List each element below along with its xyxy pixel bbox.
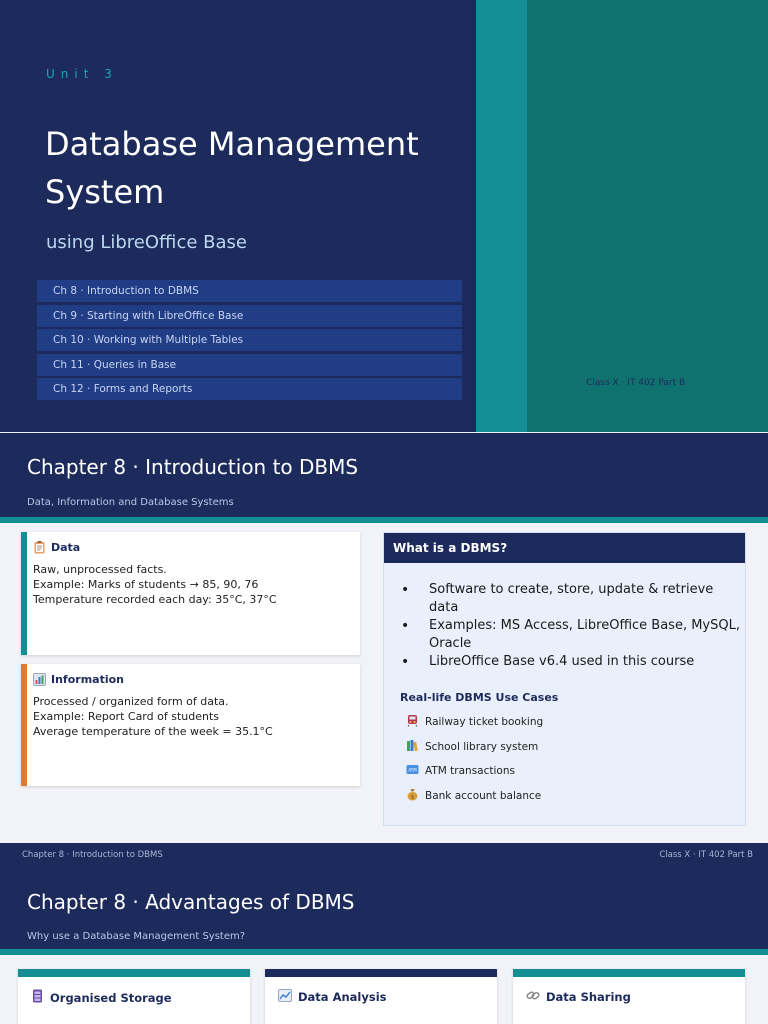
use-case-label: Bank account balance — [425, 790, 542, 803]
advantage-card: Organised Storage — [18, 969, 250, 1024]
card-accent-bar — [21, 532, 27, 655]
card-heading: Data — [33, 541, 80, 554]
bullet-item: LibreOffice Base v6.4 used in this cours… — [401, 653, 745, 671]
advantage-card: Data Sharing — [513, 969, 745, 1024]
dbms-box: What is a DBMS? Software to create, stor… — [383, 532, 746, 826]
use-case-item: ATM ATM transactions — [406, 759, 745, 784]
card-heading-text: Information — [51, 673, 124, 686]
information-card: Information Processed / organized form o… — [21, 664, 360, 786]
chapter-item: Ch 11 · Queries in Base — [37, 353, 462, 376]
atm-icon: ATM — [406, 763, 419, 779]
storage-icon — [31, 989, 44, 1006]
use-case-label: School library system — [425, 740, 539, 753]
money-bag-icon: $ — [406, 788, 419, 804]
card-line: Example: Marks of students → 85, 90, 76 — [33, 578, 259, 591]
unit-label: Unit 3 — [46, 67, 118, 81]
slide-title: Chapter 8 · Introduction to DBMS — [27, 455, 359, 479]
slide-subtitle: Data, Information and Database Systems — [27, 497, 234, 508]
card-heading: Information — [33, 673, 124, 686]
chapter-item: Ch 9 · Starting with LibreOffice Base — [37, 304, 462, 327]
accent-band-dark — [527, 0, 768, 432]
slide-subtitle: using LibreOffice Base — [46, 232, 247, 253]
card-line: Processed / organized form of data. — [33, 695, 229, 708]
dbms-bullet-list: Software to create, store, update & retr… — [384, 563, 745, 671]
train-icon — [406, 714, 419, 730]
card-heading: Data Sharing — [526, 989, 631, 1005]
card-heading-text: Data Sharing — [546, 990, 631, 1004]
use-case-label: ATM transactions — [425, 765, 515, 778]
card-line: Raw, unprocessed facts. — [33, 563, 167, 576]
card-line: Average temperature of the week = 35.1°C — [33, 725, 273, 738]
card-line: Example: Report Card of students — [33, 710, 219, 723]
svg-text:ATM: ATM — [408, 768, 417, 773]
dbms-heading: What is a DBMS? — [384, 533, 745, 563]
card-heading: Data Analysis — [278, 989, 387, 1005]
bar-chart-icon — [33, 673, 46, 686]
svg-text:$: $ — [411, 794, 415, 800]
card-accent-bar — [265, 969, 497, 977]
intro-slide: Chapter 8 · Introduction to DBMS Data, I… — [0, 433, 768, 843]
card-accent-bar — [18, 969, 250, 977]
card-accent-bar — [21, 664, 27, 786]
chapter-list: Ch 8 · Introduction to DBMS Ch 9 · Start… — [37, 280, 462, 403]
card-heading-text: Organised Storage — [50, 990, 172, 1005]
advantage-card: Data Analysis — [265, 969, 497, 1024]
chapter-item: Ch 10 · Working with Multiple Tables — [37, 329, 462, 352]
footer-left: Chapter 8 · Introduction to DBMS — [22, 850, 163, 860]
slide-header: Chapter 8 · Introduction to DBMS Class X… — [0, 843, 768, 949]
card-body: Processed / organized form of data. Exam… — [33, 694, 273, 739]
title-slide: Unit 3 Database Management System using … — [0, 0, 768, 432]
use-case-list: Railway ticket booking School library sy… — [384, 710, 745, 808]
clipboard-icon — [33, 541, 46, 554]
bullet-item: Examples: MS Access, LibreOffice Base, M… — [401, 617, 745, 653]
link-icon — [526, 989, 540, 1005]
use-case-item: $ Bank account balance — [406, 784, 745, 809]
chart-icon — [278, 989, 292, 1005]
card-accent-bar — [513, 969, 745, 977]
card-heading: Organised Storage — [31, 989, 172, 1006]
use-case-item: Railway ticket booking — [406, 710, 745, 735]
card-heading-text: Data Analysis — [298, 990, 387, 1004]
advantages-slide: Chapter 8 · Introduction to DBMS Class X… — [0, 843, 768, 1024]
header-divider — [0, 517, 768, 523]
slide-header: Chapter 8 · Introduction to DBMS Data, I… — [0, 433, 768, 517]
data-card: Data Raw, unprocessed facts. Example: Ma… — [21, 532, 360, 655]
use-case-item: School library system — [406, 735, 745, 760]
bullet-item: Software to create, store, update & retr… — [401, 581, 745, 617]
books-icon — [406, 739, 419, 755]
card-heading-text: Data — [51, 541, 81, 554]
footer-right: Class X · IT 402 Part B — [659, 850, 753, 860]
slide-title: Chapter 8 · Advantages of DBMS — [27, 890, 355, 914]
card-line: Temperature recorded each day: 35°C, 37°… — [33, 593, 277, 606]
use-case-label: Railway ticket booking — [425, 716, 544, 729]
chapter-item: Ch 8 · Introduction to DBMS — [37, 280, 462, 302]
slide-title: Database Management System — [45, 125, 419, 211]
chapter-item: Ch 12 · Forms and Reports — [37, 378, 462, 401]
header-divider — [0, 949, 768, 955]
accent-band-light — [476, 0, 528, 432]
slide-subtitle: Why use a Database Management System? — [27, 931, 246, 942]
card-body: Raw, unprocessed facts. Example: Marks o… — [33, 562, 277, 607]
class-label: Class X · IT 402 Part B — [586, 378, 686, 388]
use-cases-title: Real-life DBMS Use Cases — [400, 691, 559, 704]
